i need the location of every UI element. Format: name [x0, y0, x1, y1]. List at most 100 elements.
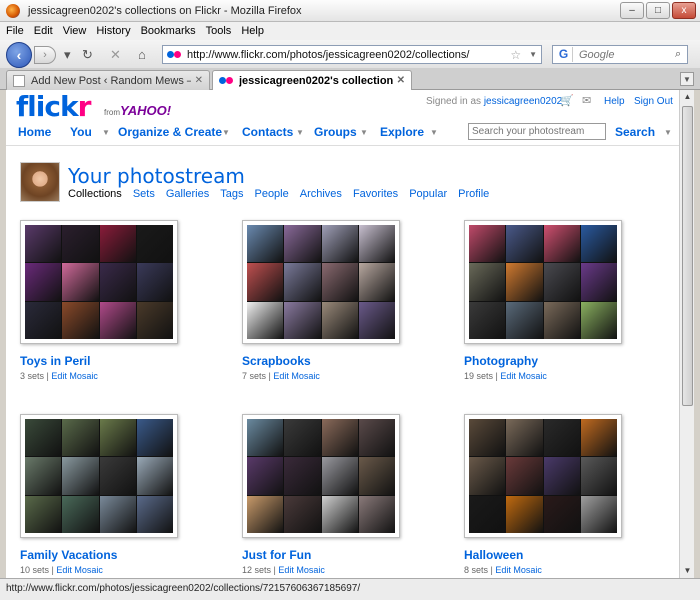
- mosaic-photo-thumbnail: [62, 457, 99, 495]
- nav-organize-dropdown-icon[interactable]: ▼: [222, 128, 230, 137]
- mosaic-photo-thumbnail: [284, 419, 321, 457]
- mosaic-photo-thumbnail: [284, 263, 321, 301]
- nav-explore-dropdown-icon[interactable]: ▼: [430, 128, 438, 137]
- scroll-down-icon[interactable]: ▼: [680, 564, 695, 578]
- collection-mosaic[interactable]: [464, 414, 622, 538]
- close-button[interactable]: x: [672, 2, 696, 19]
- photostream-search-input[interactable]: [468, 123, 606, 140]
- menu-help[interactable]: Help: [241, 25, 264, 37]
- vertical-scrollbar[interactable]: ▲ ▼: [679, 90, 694, 578]
- menu-file[interactable]: File: [6, 25, 24, 37]
- mosaic-photo-thumbnail: [99, 263, 136, 301]
- collection-title[interactable]: Scrapbooks: [242, 354, 311, 368]
- collection-mosaic[interactable]: [464, 220, 622, 344]
- url-bar[interactable]: http://www.flickr.com/photos/jessicagree…: [162, 45, 542, 64]
- collection-mosaic[interactable]: [20, 220, 178, 344]
- nav-home[interactable]: Home: [18, 125, 51, 139]
- mosaic-photo-thumbnail: [506, 495, 543, 533]
- scrollbar-thumb[interactable]: [682, 106, 693, 406]
- subnav-favorites[interactable]: Favorites: [353, 188, 398, 200]
- nav-contacts[interactable]: Contacts: [242, 125, 293, 139]
- back-button[interactable]: ‹: [6, 42, 32, 68]
- edit-mosaic-link[interactable]: Edit Mosaic: [273, 371, 320, 381]
- search-dropdown-icon[interactable]: ▼: [664, 128, 672, 137]
- mosaic-photo-thumbnail: [247, 457, 284, 495]
- tab-list-dropdown-icon[interactable]: ▼: [680, 72, 694, 86]
- mosaic-photo-thumbnail: [358, 457, 395, 495]
- edit-mosaic-link[interactable]: Edit Mosaic: [56, 565, 103, 575]
- subnav-profile[interactable]: Profile: [458, 188, 489, 200]
- nav-organize[interactable]: Organize & Create: [118, 125, 222, 139]
- minimize-button[interactable]: –: [620, 2, 644, 19]
- collection-title[interactable]: Halloween: [464, 548, 523, 562]
- tab-collections[interactable]: jessicagreen0202's collections on ... ✕: [212, 70, 412, 90]
- collection-mosaic[interactable]: [242, 414, 400, 538]
- google-engine-icon[interactable]: G: [555, 47, 573, 62]
- menu-view[interactable]: View: [63, 25, 87, 37]
- nav-groups-dropdown-icon[interactable]: ▼: [360, 128, 368, 137]
- mosaic-photo-thumbnail: [62, 263, 99, 301]
- edit-mosaic-link[interactable]: Edit Mosaic: [51, 371, 98, 381]
- collection-meta: 3 sets | Edit Mosaic: [20, 371, 98, 381]
- mosaic-photo-thumbnail: [580, 495, 617, 533]
- nav-groups[interactable]: Groups: [314, 125, 357, 139]
- url-dropdown-icon[interactable]: ▼: [529, 50, 537, 59]
- menu-tools[interactable]: Tools: [206, 25, 232, 37]
- nav-contacts-dropdown-icon[interactable]: ▼: [296, 128, 304, 137]
- help-link[interactable]: Help: [604, 96, 625, 107]
- tab-add-new-post[interactable]: Add New Post ‹ Random Mews — ... ✕: [6, 70, 210, 90]
- nav-you-dropdown-icon[interactable]: ▼: [102, 128, 110, 137]
- web-search-box[interactable]: G ⌕: [552, 45, 688, 64]
- history-dropdown-icon[interactable]: ▾: [64, 47, 71, 63]
- flickr-logo[interactable]: flickr: [16, 90, 91, 123]
- forward-button[interactable]: ›: [34, 46, 56, 64]
- edit-mosaic-link[interactable]: Edit Mosaic: [278, 565, 325, 575]
- page-content: flickr from YAHOO! Signed in as jessicag…: [6, 90, 679, 578]
- edit-mosaic-link[interactable]: Edit Mosaic: [500, 371, 547, 381]
- tab-close-icon[interactable]: ✕: [195, 75, 203, 86]
- mosaic-photo-thumbnail: [543, 495, 580, 533]
- username-link[interactable]: jessicagreen0202: [484, 96, 562, 107]
- mosaic-photo-thumbnail: [247, 263, 284, 301]
- menu-bookmarks[interactable]: Bookmarks: [141, 25, 196, 37]
- scroll-up-icon[interactable]: ▲: [680, 90, 695, 104]
- signed-in-text: Signed in as jessicagreen0202: [426, 96, 563, 107]
- url-text[interactable]: http://www.flickr.com/photos/jessicagree…: [187, 49, 510, 61]
- home-icon[interactable]: ⌂: [138, 47, 146, 62]
- bookmark-star-icon[interactable]: ☆: [510, 48, 521, 62]
- cart-icon[interactable]: 🛒: [560, 94, 574, 107]
- mosaic-photo-thumbnail: [321, 225, 358, 263]
- subnav-collections[interactable]: Collections: [68, 188, 122, 200]
- edit-mosaic-link[interactable]: Edit Mosaic: [495, 565, 542, 575]
- avatar[interactable]: [20, 162, 60, 202]
- menu-history[interactable]: History: [96, 25, 130, 37]
- collection-mosaic[interactable]: [242, 220, 400, 344]
- subnav-galleries[interactable]: Galleries: [166, 188, 209, 200]
- stop-icon[interactable]: ✕: [110, 47, 121, 63]
- mosaic-photo-thumbnail: [247, 419, 284, 457]
- collection-title[interactable]: Family Vacations: [20, 548, 117, 562]
- mosaic-photo-thumbnail: [99, 225, 136, 263]
- mosaic-photo-thumbnail: [284, 301, 321, 339]
- subnav-sets[interactable]: Sets: [133, 188, 155, 200]
- collection-title[interactable]: Toys in Peril: [20, 354, 90, 368]
- tab-close-icon[interactable]: ✕: [397, 75, 405, 86]
- menu-edit[interactable]: Edit: [34, 25, 53, 37]
- collection-title[interactable]: Just for Fun: [242, 548, 311, 562]
- search-icon[interactable]: ⌕: [675, 48, 681, 61]
- subnav-tags[interactable]: Tags: [220, 188, 243, 200]
- subnav-people[interactable]: People: [254, 188, 288, 200]
- nav-you[interactable]: You: [70, 125, 92, 139]
- page-title[interactable]: Your photostream: [68, 164, 245, 188]
- maximize-button[interactable]: □: [646, 2, 670, 19]
- web-search-input[interactable]: [579, 48, 673, 61]
- subnav-archives[interactable]: Archives: [300, 188, 342, 200]
- photostream-search-button[interactable]: Search: [615, 125, 655, 139]
- mail-icon[interactable]: ✉: [582, 94, 591, 107]
- nav-explore[interactable]: Explore: [380, 125, 424, 139]
- subnav-popular[interactable]: Popular: [409, 188, 447, 200]
- collection-title[interactable]: Photography: [464, 354, 538, 368]
- collection-mosaic[interactable]: [20, 414, 178, 538]
- reload-icon[interactable]: ↻: [82, 47, 93, 63]
- sign-out-link[interactable]: Sign Out: [634, 96, 673, 107]
